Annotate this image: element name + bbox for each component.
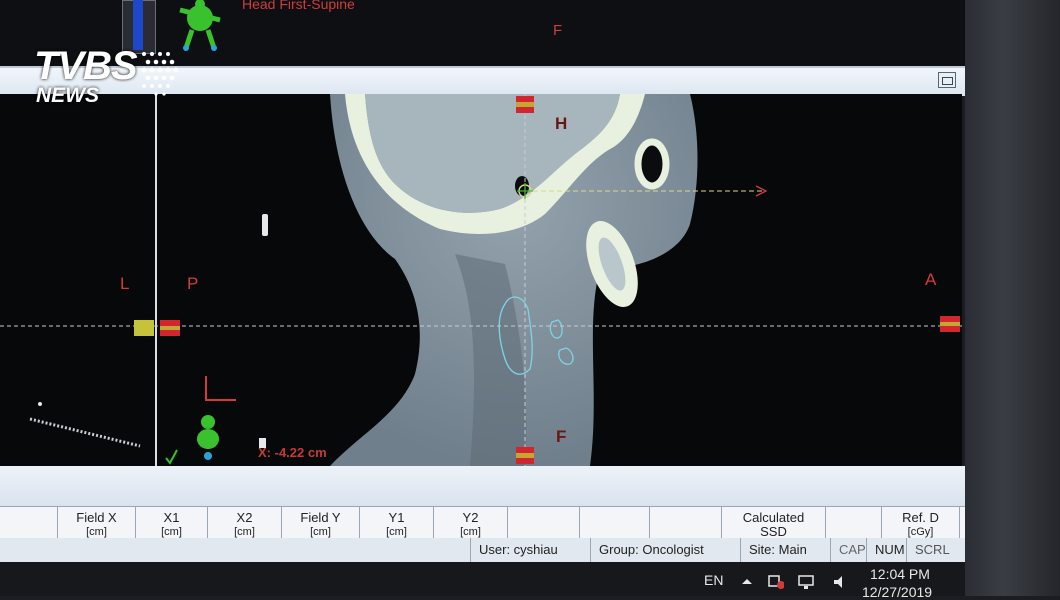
marker-artifact [262,214,268,236]
top-edge-marker-stripe [516,102,534,107]
coordinate-readout: X: -4.22 cm [258,445,327,460]
restore-icon [942,77,953,85]
column-ref-dose[interactable]: Ref. D [cGy] [882,507,960,539]
sagittal-ct-viewport[interactable]: H F L P A X: -4.22 cm [0,94,962,466]
patient-position-label: Head First-Supine [242,0,355,12]
status-site: Site: Main [740,538,830,562]
column-label: Y2 [462,510,479,525]
axis-indicator-icon [205,376,236,401]
network-error-icon[interactable] [768,574,784,590]
column-calculated-ssd[interactable]: Calculated SSD [722,507,826,539]
column-unit: [cm] [86,526,107,538]
status-group: Group: Oncologist [590,538,740,562]
column-x1[interactable]: X1 [cm] [136,507,208,539]
mini-patient-body [197,429,219,449]
orientation-feet: F [556,427,567,446]
mini-patient-foot [204,452,212,460]
column-label: Calculated [742,510,805,525]
column-label: Field X [76,510,117,525]
column-y2[interactable]: Y2 [cm] [434,507,508,539]
left-edge-marker-1[interactable] [134,320,154,336]
logo-line-1: TVBS [34,44,138,88]
bottom-edge-marker-stripe [516,453,534,458]
column-unit: [cm] [460,526,481,538]
column-unit: [cm] [310,526,331,538]
status-bar: User: cyshiau Group: Oncologist Site: Ma… [0,538,965,563]
orientation-anterior: A [925,270,937,289]
beam-panel [0,466,965,506]
status-user: User: cyshiau [470,538,590,562]
window-level-fill [133,0,143,50]
column-unit: SSD [760,524,787,539]
volume-icon[interactable] [832,574,848,590]
couch-line [29,417,141,448]
taskbar-time[interactable]: 12:04 PM [870,566,930,582]
orientation-posterior: P [187,274,199,293]
column-unit: [cm] [386,526,407,538]
artifact-dot [38,402,42,406]
column-blank-2[interactable] [580,507,650,539]
direction-label-feet: F [553,22,563,39]
sinus-air [634,138,670,190]
check-icon [165,449,178,465]
status-num-lock: NUM [866,538,906,562]
column-spacer [0,507,58,539]
right-edge-marker-stripe [940,322,960,326]
field-table-header: Field X [cm] X1 [cm] X2 [cm] Field Y [cm] Y1… [0,506,965,540]
column-blank-1[interactable] [508,507,580,539]
left-edge-marker-2-stripe [160,326,180,330]
column-field-y[interactable]: Field Y [cm] [282,507,360,539]
column-y1[interactable]: Y1 [cm] [360,507,434,539]
windows-taskbar: EN 12:04 PM 12/27/2019 [0,562,965,600]
language-indicator[interactable]: EN [704,572,723,588]
ct-image [0,94,962,466]
status-caps-lock: CAP [830,538,866,562]
column-label: X1 [163,510,180,525]
orientation-left: L [120,274,130,293]
taskbar-date[interactable]: 12/27/2019 [862,584,932,600]
column-label: Field Y [300,510,341,525]
column-unit: [cm] [234,526,255,538]
orientation-head: H [555,114,568,133]
display-icon[interactable] [798,574,814,590]
status-scroll-lock: SCRL [906,538,960,562]
logo-dots-icon [141,52,179,96]
tvbs-news-logo: TVBS NEWS [34,44,184,108]
column-unit: [cGy] [907,526,934,538]
monitor-bezel [965,0,1060,596]
show-hidden-icons-icon[interactable] [740,576,756,592]
logo-line-2: NEWS [36,84,99,107]
column-blank-3[interactable] [650,507,722,539]
restore-view-button[interactable] [938,72,956,88]
column-unit: [cm] [161,526,182,538]
column-x2[interactable]: X2 [cm] [208,507,282,539]
column-label: Y1 [388,510,405,525]
column-blank-4[interactable] [826,507,882,539]
column-field-x[interactable]: Field X [cm] [58,507,136,539]
mini-patient-head [201,415,215,429]
column-label: Ref. D [902,510,939,525]
column-label: X2 [236,510,253,525]
